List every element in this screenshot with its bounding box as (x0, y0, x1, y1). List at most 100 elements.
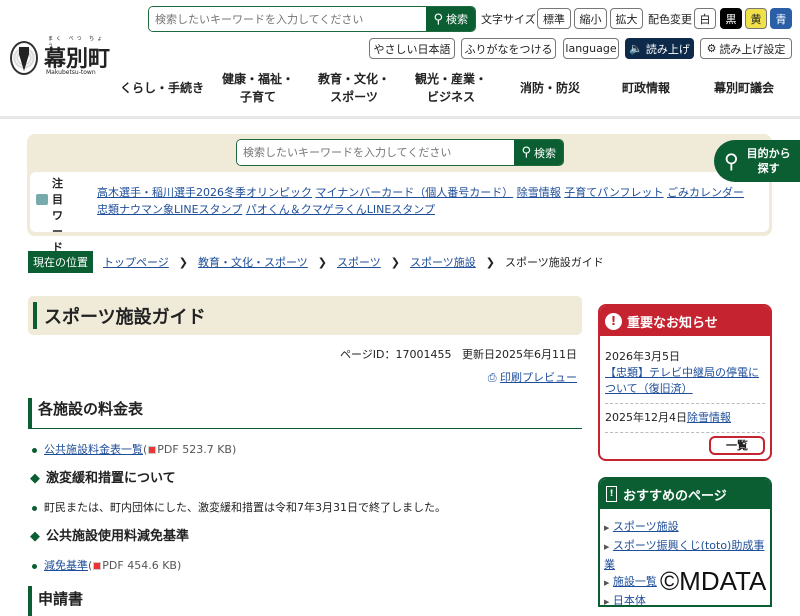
breadcrumb-link[interactable]: 教育・文化・スポーツ (198, 254, 308, 270)
chevron-right-icon: ❯ (390, 255, 400, 269)
language-button[interactable]: language (563, 38, 619, 59)
chevron-right-icon: ❯ (178, 255, 188, 269)
breadcrumb-link[interactable]: スポーツ (337, 254, 381, 270)
color-label: 配色変更 (648, 13, 692, 26)
search-button-label: 検索 (534, 146, 556, 160)
subheading: ◆ 公共施設使用料減免基準 (30, 525, 189, 544)
page-id: ページID：17001455 (340, 348, 452, 361)
hot-words-icon (36, 194, 48, 205)
hot-word-link[interactable]: ごみカレンダー (667, 186, 744, 199)
subheading: ◆ 激変緩和措置について (30, 467, 176, 486)
nav-label: 消防・防災 (519, 81, 580, 95)
hot-words-label: 注目ワード (52, 177, 63, 254)
notice-item: 2026年3月5日 【忠類】テレビ中継局の停電について（復旧済） (605, 349, 765, 404)
hot-words-list: 高木選手・稲川選手2026冬季オリンピック マイナンバーカード（個人番号カード）… (97, 184, 757, 218)
read-aloud-settings-label: 読み上げ設定 (719, 42, 786, 56)
section-heading-fees: 各施設の料金表 (28, 398, 582, 429)
nav-living[interactable]: くらし・手続き (112, 68, 212, 108)
search-icon: ⚲ (521, 145, 531, 160)
section-heading-forms: 申請書 (28, 586, 582, 616)
print-preview-label: 印刷プレビュー (500, 371, 577, 384)
logo-subtitle: Makubetsu-town (46, 69, 96, 76)
recommended-item: ▶ スポーツ施設 (604, 520, 679, 533)
notice-header: ! 重要なお知らせ (600, 306, 770, 336)
notice-list-button[interactable]: 一覧 (709, 436, 765, 455)
pdf-icon (148, 446, 157, 454)
speaker-icon: 🔈 (629, 42, 643, 55)
file-info: PDF 454.6 KB (102, 559, 177, 572)
page-title: スポーツ施設ガイド (44, 307, 206, 328)
nav-assembly[interactable]: 幕別町議会 (694, 68, 794, 108)
search-icon: ⚲ (724, 149, 739, 173)
page-meta: ページID：17001455 更新日2025年6月11日 (340, 346, 577, 362)
file-info: PDF 523.7 KB (157, 443, 232, 456)
read-aloud-settings-button[interactable]: ⚙ 読み上げ設定 (700, 38, 792, 59)
main-search-button[interactable]: ⚲ 検索 (514, 140, 563, 165)
search-icon: ⚲ (433, 11, 443, 27)
purpose-search-button[interactable]: ⚲ 目的から探す (714, 140, 800, 182)
color-white[interactable]: 白 (694, 8, 716, 29)
important-notice-box: ! 重要なお知らせ 2026年3月5日 【忠類】テレビ中継局の停電について（復旧済）… (598, 304, 772, 461)
chevron-right-icon: ❯ (317, 255, 327, 269)
main-search: ⚲検索 (236, 139, 564, 166)
nav-education[interactable]: 教育・文化・ スポーツ (308, 68, 400, 108)
read-aloud-label: 読み上げ (645, 42, 690, 56)
nav-label: 教育・文化・ スポーツ (317, 72, 390, 104)
page-title-box: スポーツ施設ガイド (28, 296, 582, 335)
nav-label: 健康・福祉・ 子育て (221, 72, 294, 104)
breadcrumb-link[interactable]: トップページ (103, 254, 169, 270)
search-band: ⚲検索 注目ワード 高木選手・稲川選手2026冬季オリンピック マイナンバーカー… (27, 134, 772, 254)
chevron-right-icon: ❯ (485, 255, 495, 269)
color-yellow[interactable]: 黄 (745, 8, 767, 29)
recommended-link[interactable]: スポーツ施設 (613, 520, 679, 533)
notice-link[interactable]: 【忠類】テレビ中継局の停電について（復旧済） (605, 366, 759, 395)
recommended-link[interactable]: 施設一覧 (613, 575, 657, 588)
notice-link[interactable]: 除雪情報 (687, 411, 731, 424)
print-preview-link[interactable]: ⎙ 印刷プレビュー (488, 369, 577, 385)
title-accent (33, 302, 37, 329)
header-search-button[interactable]: ⚲ 検索 (426, 7, 475, 31)
diamond-icon: ◆ (30, 529, 40, 544)
breadcrumb-label: 現在の位置 (28, 251, 93, 273)
fee-table-link[interactable]: 公共施設料金表一覧 (44, 443, 143, 456)
furigana-button[interactable]: ふりがなをつける (461, 38, 556, 59)
watermark: ©MDATA (660, 566, 767, 596)
purpose-search-label: 目的から探す (746, 147, 791, 175)
nav-health[interactable]: 健康・福祉・ 子育て (212, 68, 304, 108)
bullet (32, 505, 37, 511)
color-blue[interactable]: 青 (770, 8, 792, 29)
hot-word-link[interactable]: 子育てパンフレット (564, 186, 663, 199)
search-button-label: 検索 (446, 13, 468, 26)
header-search-input[interactable] (149, 7, 427, 31)
gear-icon: ⚙ (706, 42, 717, 55)
printer-icon: ⎙ (487, 371, 497, 384)
breadcrumb-current: スポーツ施設ガイド (505, 256, 604, 269)
breadcrumb-link[interactable]: スポーツ施設 (410, 254, 476, 270)
easy-japanese-button[interactable]: やさしい日本語 (369, 38, 455, 59)
font-size-small[interactable]: 縮小 (574, 8, 607, 29)
main-search-input[interactable] (237, 140, 515, 165)
nav-government[interactable]: 町政情報 (598, 68, 694, 108)
subheading-text: 公共施設使用料減免基準 (46, 529, 190, 544)
list-item: 町民または、町内団体にした、激変緩和措置は令和7年3月31日で終了しました。 (32, 499, 446, 515)
hot-word-link[interactable]: 忠類ナウマン象LINEスタンプ (97, 203, 242, 216)
recommended-title: おすすめのページ (623, 488, 727, 504)
list-item: 減免基準(PDF 454.6 KB) (32, 557, 181, 573)
hot-word-link[interactable]: 高木選手・稲川選手2026冬季オリンピック (97, 186, 312, 199)
font-size-large[interactable]: 拡大 (610, 8, 643, 29)
nav-label: 観光・産業・ ビジネス (414, 72, 487, 104)
diamond-icon: ◆ (30, 471, 40, 486)
hot-word-link[interactable]: マイナンバーカード（個人番号カード） (316, 186, 514, 199)
recommended-link[interactable]: 日本体 (613, 594, 646, 605)
hot-word-link[interactable]: 除雪情報 (517, 186, 561, 199)
notice-text: 町民または、町内団体にした、激変緩和措置は令和7年3月31日で終了しました。 (44, 501, 446, 514)
logo[interactable]: まく べつ ちょう 幕別町 Makubetsu-town (8, 36, 113, 80)
read-aloud-button[interactable]: 🔈 読み上げ (625, 38, 694, 59)
exemption-link[interactable]: 減免基準 (44, 559, 88, 572)
nav-disaster[interactable]: 消防・防災 (502, 68, 598, 108)
font-size-standard[interactable]: 標準 (537, 8, 571, 29)
color-black[interactable]: 黒 (720, 8, 742, 29)
hot-word-link[interactable]: パオくん＆クマゲラくんLINEスタンプ (246, 203, 435, 216)
nav-tourism[interactable]: 観光・産業・ ビジネス (405, 68, 497, 108)
pdf-icon (93, 562, 102, 570)
